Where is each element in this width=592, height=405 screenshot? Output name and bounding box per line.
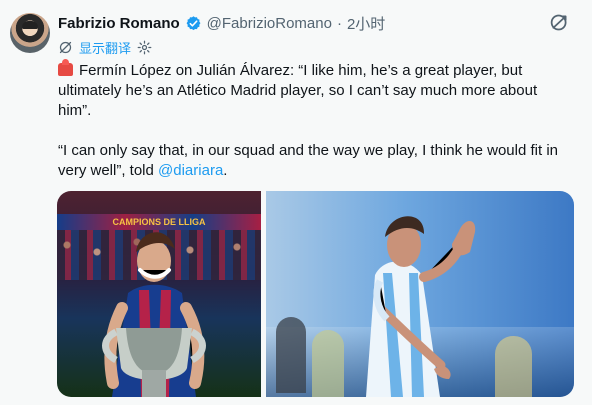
- verified-badge-icon: [185, 15, 202, 32]
- tweet-text: Fermín López on Julián Álvarez: “I like …: [58, 59, 573, 181]
- translate-row: 显示翻译: [58, 38, 152, 57]
- gear-icon[interactable]: [137, 40, 152, 55]
- quote-paragraph-1: Fermín López on Julián Álvarez: “I like …: [58, 59, 573, 121]
- meta-separator: ·: [336, 14, 342, 32]
- blurred-person-left: [276, 317, 306, 393]
- quote-text-2: “I can only say that, in our squad and t…: [58, 142, 559, 179]
- show-translation-link[interactable]: 显示翻译: [79, 38, 131, 57]
- translate-icon[interactable]: [58, 40, 73, 55]
- timestamp[interactable]: 2小时: [347, 13, 385, 34]
- author-handle[interactable]: @FabrizioRomano: [207, 15, 332, 32]
- player-with-trophy: [102, 232, 206, 397]
- media-image-trophy-celebration[interactable]: CAMPIONS DE LLIGA: [57, 191, 261, 397]
- quote-paragraph-2: “I can only say that, in our squad and t…: [58, 141, 573, 181]
- quote-text-2-end: .: [223, 162, 228, 179]
- author-name[interactable]: Fabrizio Romano: [58, 15, 180, 32]
- mention-link[interactable]: @diariara: [158, 162, 223, 179]
- blurred-person-right: [495, 336, 532, 397]
- tweet-header: Fabrizio Romano @FabrizioRomano · 2小时: [58, 12, 572, 34]
- blurred-person-yellow: [312, 330, 344, 397]
- grok-icon[interactable]: [549, 12, 570, 33]
- player-thumbs-up: [366, 216, 476, 397]
- author-avatar[interactable]: [10, 13, 50, 53]
- rotating-light-icon: [58, 59, 73, 76]
- quote-text-1: Fermín López on Julián Álvarez: “I like …: [58, 62, 538, 119]
- tweet-media[interactable]: CAMPIONS DE LLIGA: [57, 191, 574, 397]
- media-image-player-thumbs-up[interactable]: [266, 191, 574, 397]
